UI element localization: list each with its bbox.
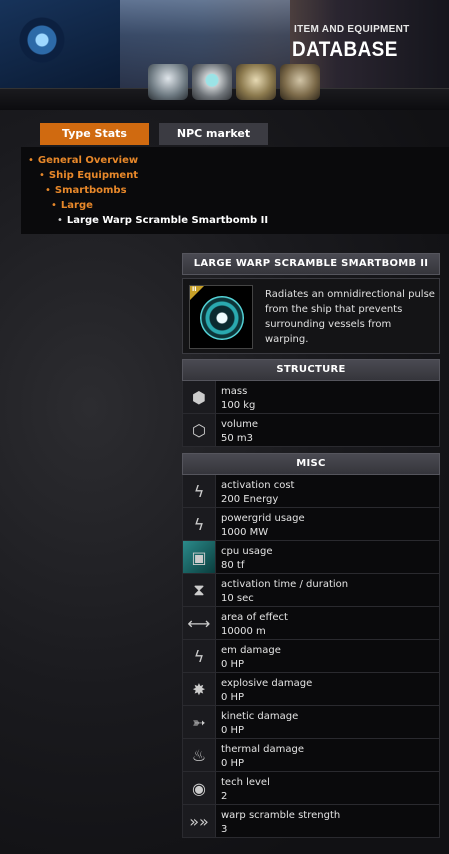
mass-icon: ⬢	[183, 381, 216, 413]
stat-row-powergrid: ϟ powergrid usage 1000 MW	[182, 508, 440, 541]
module-armor-icon	[236, 64, 276, 100]
stat-value: 0 HP	[221, 659, 245, 670]
breadcrumb: • General Overview • Ship Equipment • Smart…	[21, 147, 449, 234]
structure-header: STRUCTURE	[182, 359, 440, 381]
thermal-damage-icon: ♨	[183, 739, 216, 771]
bullet-icon: •	[51, 200, 57, 211]
stat-row-volume: ⬡ volume 50 m3	[182, 414, 440, 447]
banner-subtitle: ITEM AND EQUIPMENT	[294, 24, 410, 35]
stat-row-mass: ⬢ mass 100 kg	[182, 381, 440, 414]
kinetic-damage-icon: ➳	[183, 706, 216, 738]
item-description-box: II Radiates an omnidirectional pulse fro…	[182, 278, 440, 354]
tab-type-stats[interactable]: Type Stats	[40, 123, 149, 145]
misc-section: MISC ϟ activation cost 200 Energy ϟ power…	[182, 453, 440, 838]
area-of-effect-icon: ⟷	[183, 607, 216, 639]
stat-label: mass	[221, 386, 248, 397]
stat-label: explosive damage	[221, 678, 313, 689]
breadcrumb-item-smartbombs[interactable]: • Smartbombs	[45, 185, 127, 196]
volume-icon: ⬡	[183, 414, 216, 446]
explosive-damage-icon: ✸	[183, 673, 216, 705]
tech-level-icon: ◉	[183, 772, 216, 804]
stat-row-activation-cost: ϟ activation cost 200 Energy	[182, 475, 440, 508]
tab-npc-market[interactable]: NPC market	[159, 123, 268, 145]
structure-section: STRUCTURE ⬢ mass 100 kg ⬡ volume 50 m3	[182, 359, 440, 447]
stat-row-kinetic-damage: ➳ kinetic damage 0 HP	[182, 706, 440, 739]
stat-row-thermal-damage: ♨ thermal damage 0 HP	[182, 739, 440, 772]
item-title: LARGE WARP SCRAMBLE SMARTBOMB II	[182, 253, 440, 275]
smartbomb-icon: II	[189, 285, 253, 349]
breadcrumb-item-ship-equipment[interactable]: • Ship Equipment	[39, 170, 138, 181]
stat-value: 100 kg	[221, 400, 256, 411]
energy-icon: ϟ	[183, 475, 216, 507]
stat-value: 10 sec	[221, 593, 254, 604]
stat-value: 200 Energy	[221, 494, 279, 505]
stat-row-area-of-effect: ⟷ area of effect 10000 m	[182, 607, 440, 640]
misc-header: MISC	[182, 453, 440, 475]
breadcrumb-item-large[interactable]: • Large	[51, 200, 93, 211]
warp-scramble-icon: »»	[183, 805, 216, 837]
smartbomb-orb-icon	[200, 296, 244, 340]
stat-value: 0 HP	[221, 758, 245, 769]
stat-value: 0 HP	[221, 692, 245, 703]
stat-label: warp scramble strength	[221, 810, 341, 821]
stat-label: tech level	[221, 777, 270, 788]
breadcrumb-item-general-overview[interactable]: • General Overview	[28, 155, 138, 166]
stat-label: kinetic damage	[221, 711, 299, 722]
misc-rows: ϟ activation cost 200 Energy ϟ powergrid …	[182, 475, 440, 838]
stat-row-warp-scramble: »» warp scramble strength 3	[182, 805, 440, 838]
stat-label: cpu usage	[221, 546, 273, 557]
item-title-panel: LARGE WARP SCRAMBLE SMARTBOMB II	[182, 253, 440, 275]
stat-value: 3	[221, 824, 228, 835]
stat-label: thermal damage	[221, 744, 305, 755]
bullet-icon: •	[39, 170, 45, 181]
hourglass-icon: ⧗	[183, 574, 216, 606]
module-shield-icon	[192, 64, 232, 100]
banner-title: DATABASE	[292, 38, 398, 61]
stat-value: 10000 m	[221, 626, 266, 637]
stat-label: area of effect	[221, 612, 288, 623]
breadcrumb-item-current: • Large Warp Scramble Smartbomb II	[57, 215, 269, 226]
bullet-icon: •	[45, 185, 51, 196]
stat-value: 2	[221, 791, 228, 802]
header-banner: ITEM AND EQUIPMENT DATABASE	[0, 0, 449, 110]
module-turret-icon	[148, 64, 188, 100]
tech-badge-label: II	[192, 286, 197, 293]
stat-value: 80 tf	[221, 560, 245, 571]
stat-row-em-damage: ϟ em damage 0 HP	[182, 640, 440, 673]
module-icons	[148, 64, 320, 100]
bullet-icon: •	[57, 215, 63, 226]
structure-rows: ⬢ mass 100 kg ⬡ volume 50 m3	[182, 381, 440, 447]
stat-row-activation-time: ⧗ activation time / duration 10 sec	[182, 574, 440, 607]
stat-value: 0 HP	[221, 725, 245, 736]
stat-value: 50 m3	[221, 433, 254, 444]
stat-label: powergrid usage	[221, 513, 305, 524]
stat-value: 1000 MW	[221, 527, 269, 538]
bullet-icon: •	[28, 155, 34, 166]
stat-row-cpu: ▣ cpu usage 80 tf	[182, 541, 440, 574]
stat-row-tech-level: ◉ tech level 2	[182, 772, 440, 805]
stat-label: activation cost	[221, 480, 295, 491]
powergrid-icon: ϟ	[183, 508, 216, 540]
cpu-icon: ▣	[183, 541, 216, 573]
stat-label: volume	[221, 419, 259, 430]
stat-label: em damage	[221, 645, 281, 656]
banner-portrait-image	[0, 0, 120, 88]
stat-label: activation time / duration	[221, 579, 349, 590]
stat-row-explosive-damage: ✸ explosive damage 0 HP	[182, 673, 440, 706]
em-damage-icon: ϟ	[183, 640, 216, 672]
module-engine-icon	[280, 64, 320, 100]
item-description: Radiates an omnidirectional pulse from t…	[265, 289, 435, 345]
